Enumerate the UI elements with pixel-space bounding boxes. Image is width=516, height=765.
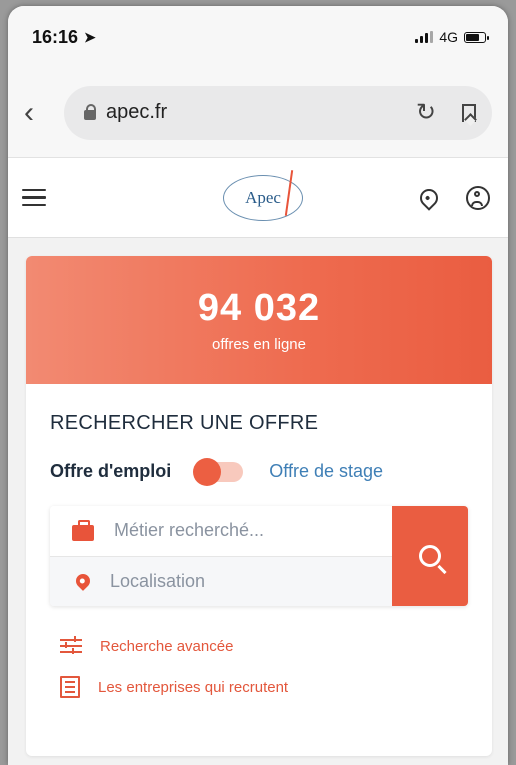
page-content: 94 032 offres en ligne RECHERCHER UNE OF…	[8, 238, 508, 756]
status-bar: 16:16 ➤ 4G	[8, 6, 508, 68]
site-header: Apec	[8, 158, 508, 238]
briefcase-icon	[72, 519, 94, 541]
signal-icon	[415, 31, 434, 43]
offers-count: 94 032	[197, 287, 321, 329]
url-text[interactable]: apec.fr	[106, 101, 406, 124]
logo-text: Apec	[245, 187, 281, 207]
battery-icon	[464, 31, 489, 43]
reload-icon[interactable]: ↻	[416, 98, 436, 127]
back-chevron-icon[interactable]: ‹	[24, 96, 64, 130]
network-label: 4G	[439, 29, 458, 45]
companies-link[interactable]: Les entreprises qui recrutent	[60, 676, 468, 698]
offers-banner: 94 032 offres en ligne	[26, 256, 492, 384]
menu-icon[interactable]	[22, 188, 46, 207]
search-button[interactable]	[392, 506, 468, 606]
sliders-icon	[60, 636, 82, 656]
status-time: 16:16 ➤	[32, 27, 96, 48]
offer-type-switch[interactable]	[193, 457, 244, 486]
search-card: 94 032 offres en ligne RECHERCHER UNE OF…	[26, 256, 492, 756]
advanced-search-label[interactable]: Recherche avancée	[100, 638, 233, 655]
offers-subtitle: offres en ligne	[212, 336, 306, 353]
browser-toolbar: ‹ apec.fr ↻	[8, 68, 508, 158]
user-account-icon[interactable]	[466, 185, 490, 210]
location-arrow-icon: ➤	[84, 28, 96, 45]
status-indicators: 4G	[415, 29, 489, 45]
advanced-search-link[interactable]: Recherche avancée	[60, 636, 468, 656]
search-icon	[419, 545, 441, 567]
time-text: 16:16	[32, 26, 79, 47]
apec-logo[interactable]: Apec	[223, 169, 303, 221]
header-actions	[416, 184, 494, 211]
logo-mark	[284, 169, 294, 216]
quick-links: Recherche avancée Les entreprises qui re…	[50, 636, 468, 698]
search-section: RECHERCHER UNE OFFRE Offre d'emploi Offr…	[26, 384, 492, 698]
location-field[interactable]: Localisation	[50, 555, 392, 606]
bookmark-icon[interactable]	[462, 103, 476, 122]
option-emploi[interactable]: Offre d'emploi	[50, 461, 171, 482]
location-pin-icon[interactable]	[416, 184, 442, 211]
job-field[interactable]: Métier recherché...	[50, 506, 392, 556]
switch-knob	[193, 457, 222, 486]
job-input[interactable]: Métier recherché...	[114, 520, 264, 541]
lock-icon	[84, 103, 96, 120]
phone-screen: 16:16 ➤ 4G ‹ apec.fr ↻ Apec 94 032 offre…	[8, 6, 508, 765]
option-stage[interactable]: Offre de stage	[269, 461, 383, 482]
location-input[interactable]: Localisation	[110, 571, 205, 592]
companies-label[interactable]: Les entreprises qui recrutent	[98, 679, 288, 696]
offer-type-toggle-row: Offre d'emploi Offre de stage	[50, 457, 468, 486]
search-form: Métier recherché... Localisation	[50, 506, 468, 606]
address-bar[interactable]: apec.fr ↻	[64, 85, 492, 140]
search-fields: Métier recherché... Localisation	[50, 506, 392, 606]
building-icon	[60, 676, 80, 698]
search-title: RECHERCHER UNE OFFRE	[50, 412, 319, 434]
map-pin-icon	[73, 571, 93, 592]
